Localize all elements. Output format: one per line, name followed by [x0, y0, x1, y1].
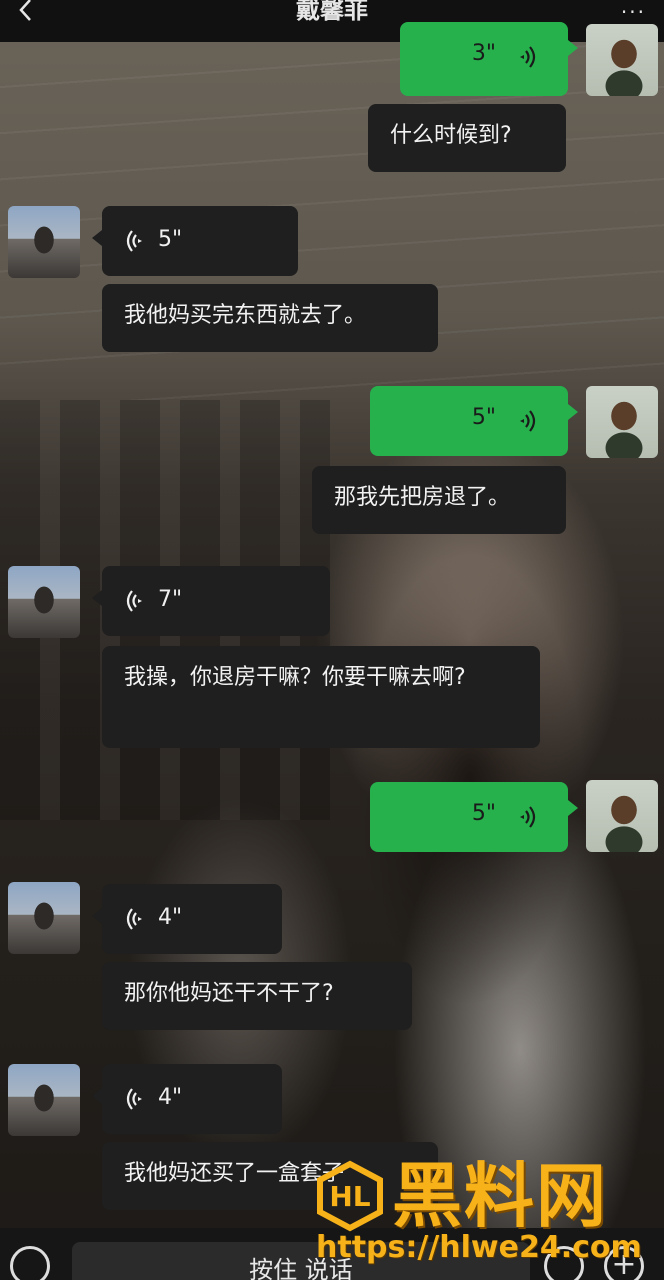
text-message-bubble[interactable]: 什么时候到? [368, 104, 566, 172]
voice-duration: 5" [158, 227, 183, 252]
voice-duration: 3" [471, 41, 496, 66]
friend-avatar[interactable] [8, 206, 80, 278]
voice-wave-icon [126, 590, 142, 612]
chat-title: 戴馨菲 [296, 0, 368, 24]
message-text: 我他妈买完东西就去了。 [124, 303, 367, 328]
self-avatar[interactable] [586, 386, 658, 458]
voice-message-bubble[interactable]: 4" [92, 1064, 282, 1134]
text-message-bubble[interactable]: 我他妈买完东西就去了。 [102, 284, 438, 352]
voice-message-bubble[interactable]: 3" [400, 22, 578, 96]
text-message-bubble[interactable]: 那我先把房退了。 [312, 466, 566, 534]
text-message-bubble[interactable]: 那你他妈还干不干了? [102, 962, 412, 1030]
voice-duration: 5" [471, 405, 496, 430]
text-message-bubble[interactable]: 我他妈还买了一盒套子 [102, 1142, 438, 1210]
voice-message-bubble[interactable]: 5" [370, 386, 578, 456]
voice-message-bubble[interactable]: 5" [92, 206, 298, 276]
message-text: 我操，你退房干嘛？你要干嘛去啊? [124, 665, 466, 690]
voice-wave-icon [520, 806, 536, 828]
voice-wave-icon [126, 230, 142, 252]
self-avatar[interactable] [586, 780, 658, 852]
self-avatar[interactable] [586, 24, 658, 96]
message-text: 那你他妈还干不干了? [124, 981, 334, 1006]
keyboard-icon[interactable] [10, 1246, 50, 1280]
more-icon[interactable]: ··· [621, 0, 646, 24]
watermark-logo-icon: HL [317, 1160, 383, 1232]
voice-duration: 5" [471, 801, 496, 826]
text-message-bubble[interactable]: 我操，你退房干嘛？你要干嘛去啊? [102, 646, 540, 748]
watermark-url: https://hlwe24.com [316, 1230, 642, 1265]
voice-message-bubble[interactable]: 7" [92, 566, 330, 636]
svg-text:HL: HL [329, 1180, 370, 1213]
voice-wave-icon [520, 410, 536, 432]
friend-avatar[interactable] [8, 566, 80, 638]
voice-message-bubble[interactable]: 4" [92, 884, 282, 954]
watermark-brand: 黑料网 [392, 1155, 608, 1237]
voice-wave-icon [126, 1088, 142, 1110]
message-text: 什么时候到? [390, 123, 512, 148]
friend-avatar[interactable] [8, 882, 80, 954]
voice-message-bubble[interactable]: 5" [370, 782, 578, 852]
friend-avatar[interactable] [8, 1064, 80, 1136]
voice-duration: 4" [158, 1085, 183, 1110]
voice-wave-icon [520, 46, 536, 68]
message-text: 那我先把房退了。 [334, 485, 511, 510]
voice-duration: 4" [158, 905, 183, 930]
voice-duration: 7" [158, 587, 183, 612]
voice-wave-icon [126, 908, 142, 930]
